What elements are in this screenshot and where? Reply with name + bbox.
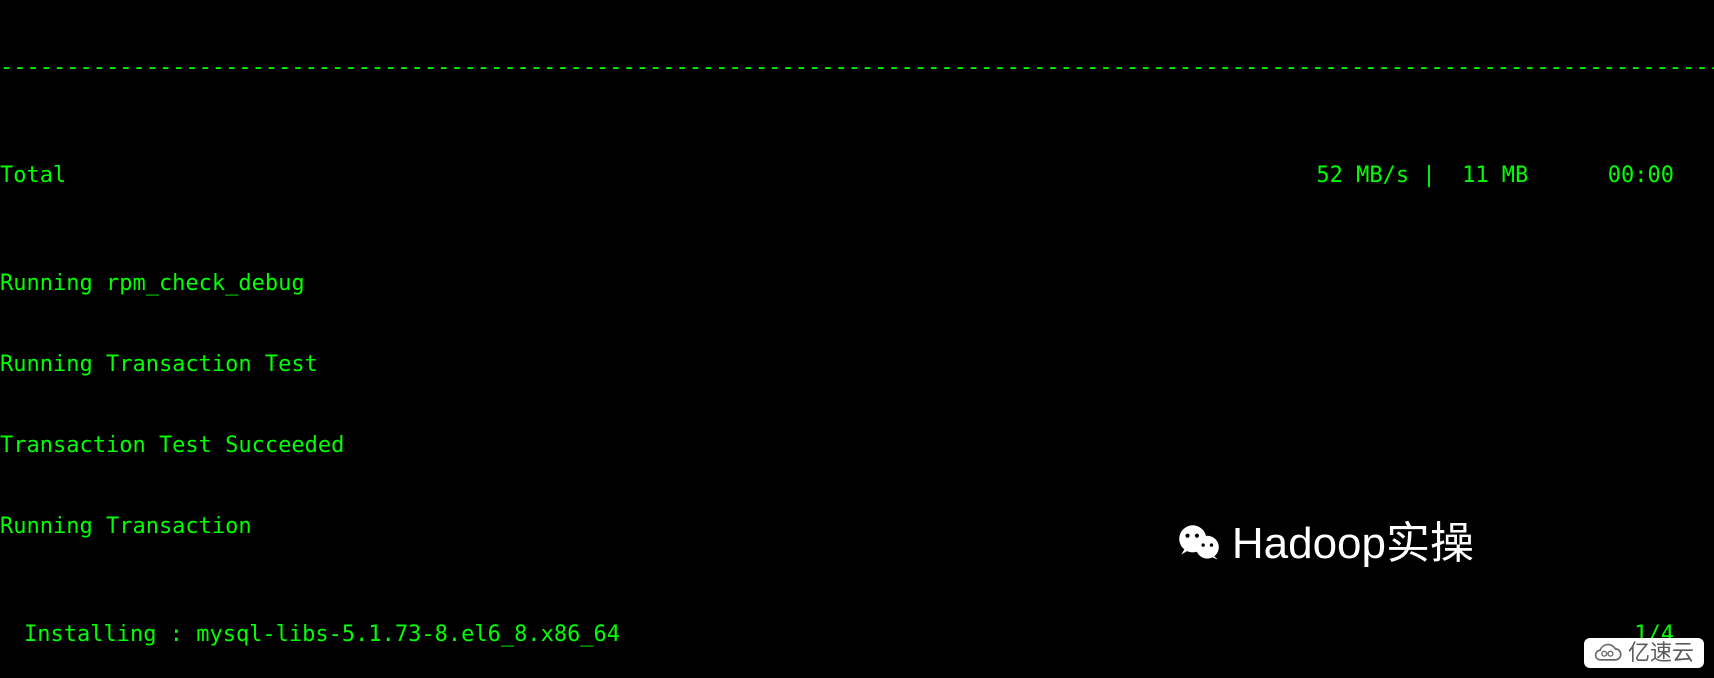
wechat-icon — [1174, 518, 1224, 568]
status-line: Transaction Test Succeeded — [0, 432, 1714, 459]
watermark-text: 亿速云 — [1628, 642, 1694, 664]
brand-overlay: Hadoop实操 — [1174, 518, 1474, 568]
total-stats: 52 MB/s | 11 MB 00:00 — [1316, 162, 1714, 189]
total-row: Total 52 MB/s | 11 MB 00:00 — [0, 162, 1714, 189]
watermark: 亿速云 — [1584, 638, 1704, 668]
cloud-icon — [1590, 642, 1624, 664]
separator-line: ----------------------------------------… — [0, 54, 1714, 81]
install-step: Installing : mysql-libs-5.1.73-8.el6_8.x… — [0, 621, 1714, 648]
brand-text: Hadoop实操 — [1232, 530, 1474, 557]
status-line: Running Transaction Test — [0, 351, 1714, 378]
status-line: Running rpm_check_debug — [0, 270, 1714, 297]
total-label: Total — [0, 162, 66, 189]
terminal-output[interactable]: ----------------------------------------… — [0, 0, 1714, 678]
